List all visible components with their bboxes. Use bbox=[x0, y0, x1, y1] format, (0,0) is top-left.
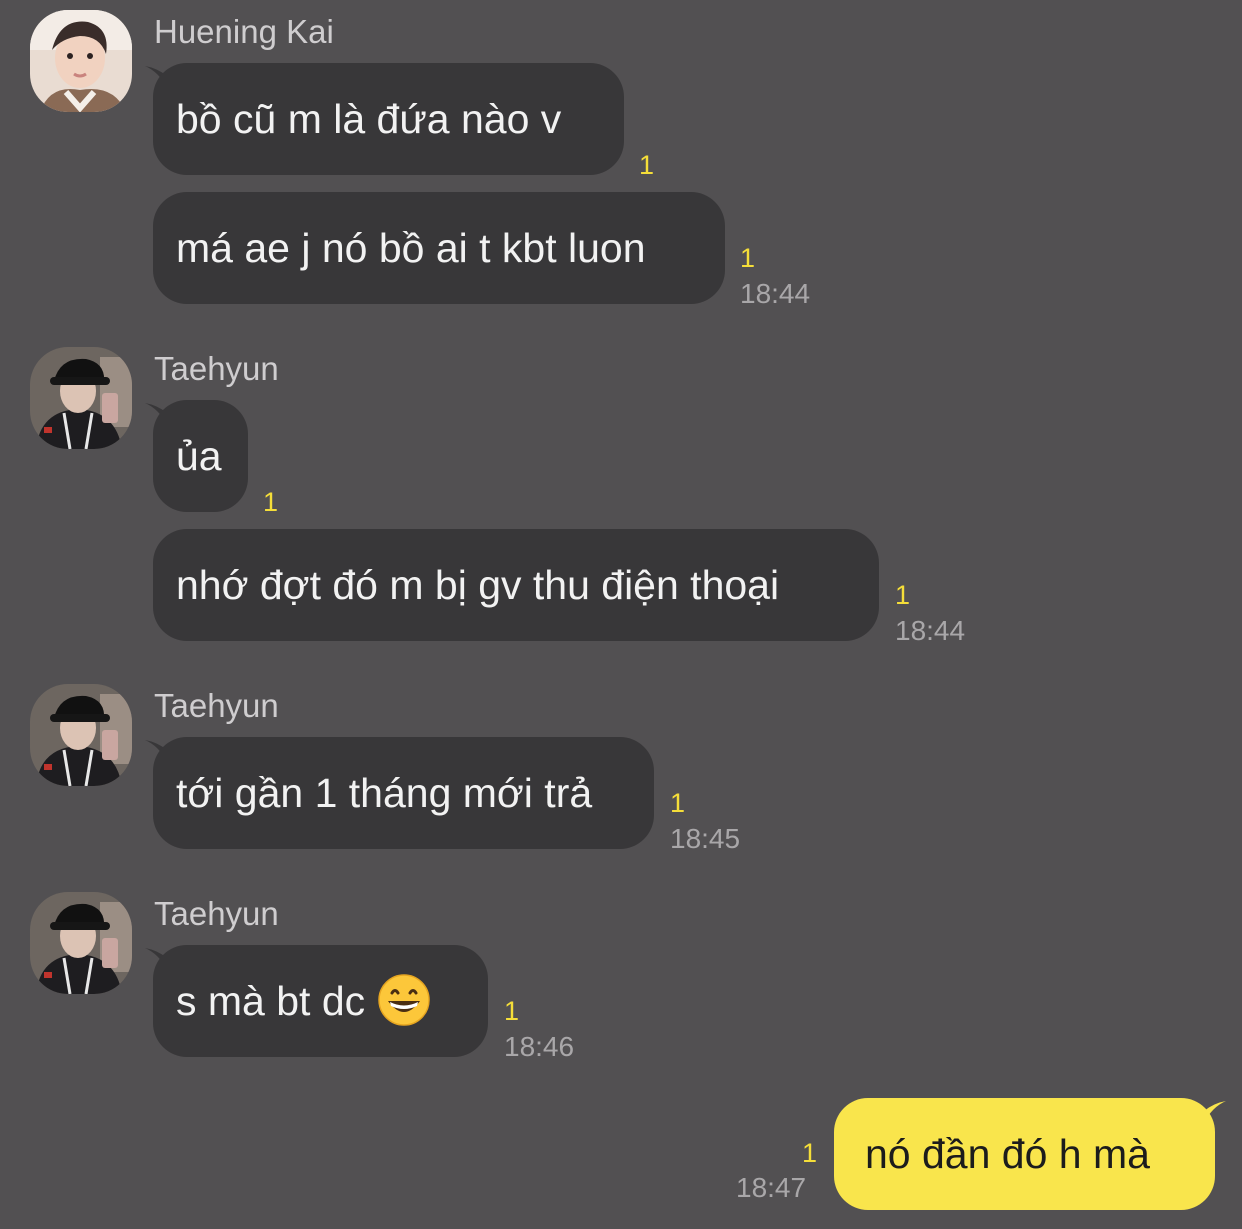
message-timestamp: 18:45 bbox=[670, 823, 741, 854]
message-text: ủa bbox=[176, 433, 222, 479]
sender-name: Taehyun bbox=[154, 687, 279, 724]
profile-photo bbox=[30, 10, 132, 112]
unread-count: 1 bbox=[895, 580, 911, 610]
message-text: tới gần 1 tháng mới trả bbox=[176, 770, 593, 816]
unread-count: 1 bbox=[639, 150, 655, 180]
message-text: bồ cũ m là đứa nào v bbox=[176, 96, 562, 142]
unread-count: 1 bbox=[802, 1138, 818, 1168]
avatar-huening-kai[interactable] bbox=[30, 10, 132, 112]
grinning-face-emoji bbox=[377, 974, 430, 1026]
profile-photo bbox=[30, 684, 132, 786]
unread-count: 1 bbox=[670, 788, 686, 818]
avatar-taehyun[interactable] bbox=[30, 347, 132, 449]
avatar-taehyun[interactable] bbox=[30, 892, 132, 994]
unread-count: 1 bbox=[504, 996, 520, 1026]
message-text: nhớ đợt đó m bị gv thu điện thoại bbox=[176, 562, 780, 608]
profile-photo bbox=[30, 347, 132, 449]
message-text: má ae j nó bồ ai t kbt luon bbox=[176, 225, 646, 271]
message-bubble[interactable]: bồ cũ m là đứa nào v bbox=[153, 63, 624, 175]
unread-count: 1 bbox=[263, 487, 279, 517]
sender-name: Huening Kai bbox=[154, 13, 334, 50]
sender-name: Taehyun bbox=[154, 895, 279, 932]
message-bubble[interactable]: tới gần 1 tháng mới trả bbox=[153, 737, 654, 849]
sender-name: Taehyun bbox=[154, 350, 279, 387]
message-timestamp: 18:46 bbox=[504, 1031, 575, 1062]
unread-count: 1 bbox=[740, 243, 756, 273]
outgoing-message-bubble[interactable]: nó đần đó h mà bbox=[834, 1098, 1215, 1210]
message-bubble[interactable]: ủa bbox=[153, 400, 248, 512]
message-timestamp: 18:47 bbox=[736, 1172, 807, 1203]
message-bubble[interactable]: nhớ đợt đó m bị gv thu điện thoại bbox=[153, 529, 879, 641]
message-timestamp: 18:44 bbox=[740, 278, 811, 309]
message-text: nó đần đó h mà bbox=[865, 1131, 1150, 1177]
message-bubble[interactable]: s mà bt dc bbox=[153, 945, 488, 1057]
message-timestamp: 18:44 bbox=[895, 615, 966, 646]
message-bubble[interactable]: má ae j nó bồ ai t kbt luon bbox=[153, 192, 725, 304]
message-text: s mà bt dc bbox=[176, 978, 377, 1024]
profile-photo bbox=[30, 892, 132, 994]
bubble-tail bbox=[1204, 1101, 1226, 1123]
avatar-taehyun[interactable] bbox=[30, 684, 132, 786]
